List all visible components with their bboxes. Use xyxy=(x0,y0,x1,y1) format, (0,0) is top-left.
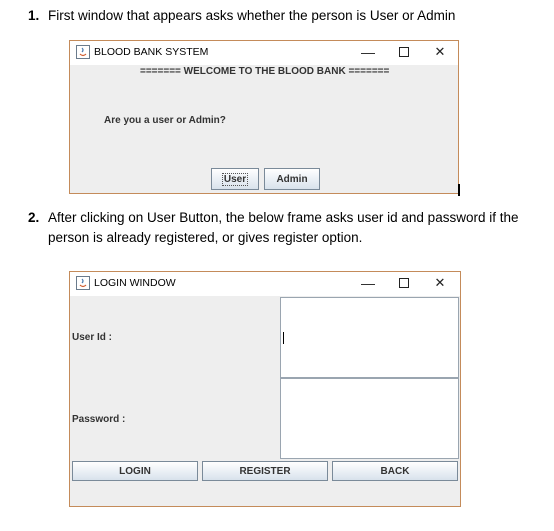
close-icon[interactable]: ✕ xyxy=(430,43,450,61)
user-button[interactable]: User xyxy=(211,168,259,190)
step-2-text: After clicking on User Button, the below… xyxy=(48,208,518,248)
role-question: Are you a user or Admin? xyxy=(104,115,226,126)
admin-button[interactable]: Admin xyxy=(264,168,320,190)
blood-bank-window: BLOOD BANK SYSTEM — ✕ ======= WELCOME TO… xyxy=(69,40,459,194)
login-button[interactable]: LOGIN xyxy=(72,461,198,481)
password-label: Password : xyxy=(72,414,126,425)
step-1-text: First window that appears asks whether t… xyxy=(48,8,456,23)
maximize-icon[interactable] xyxy=(394,274,414,292)
step-2-paragraph: 2. After clicking on User Button, the be… xyxy=(28,208,548,252)
back-button[interactable]: BACK xyxy=(332,461,458,481)
window-titlebar: LOGIN WINDOW — ✕ xyxy=(70,272,460,296)
welcome-banner: ======= WELCOME TO THE BLOOD BANK ======… xyxy=(140,66,390,77)
java-app-icon xyxy=(76,276,90,290)
step-1-number: 1. xyxy=(28,8,40,23)
user-id-field[interactable] xyxy=(280,297,459,378)
minimize-icon[interactable]: — xyxy=(358,43,378,61)
resize-cursor-mark xyxy=(458,184,460,196)
minimize-icon[interactable]: — xyxy=(358,274,378,292)
window-titlebar: BLOOD BANK SYSTEM — ✕ xyxy=(70,41,458,65)
step-2-number: 2. xyxy=(28,210,40,225)
user-id-label: User Id : xyxy=(72,332,113,343)
login-window: LOGIN WINDOW — ✕ User Id : Password : LO… xyxy=(69,271,461,507)
maximize-icon[interactable] xyxy=(394,43,414,61)
user-button-label: User xyxy=(221,172,249,186)
register-button[interactable]: REGISTER xyxy=(202,461,328,481)
step-2-line-1: After clicking on User Button, the below… xyxy=(48,210,519,225)
text-caret xyxy=(283,332,284,344)
step-1-paragraph: 1. First window that appears asks whethe… xyxy=(28,6,548,28)
close-icon[interactable]: ✕ xyxy=(430,274,450,292)
step-2-line-2: person is already registered, or gives r… xyxy=(48,230,363,245)
window-title: BLOOD BANK SYSTEM xyxy=(94,46,209,58)
password-field[interactable] xyxy=(280,378,459,459)
window-title: LOGIN WINDOW xyxy=(94,277,176,289)
java-app-icon xyxy=(76,45,90,59)
